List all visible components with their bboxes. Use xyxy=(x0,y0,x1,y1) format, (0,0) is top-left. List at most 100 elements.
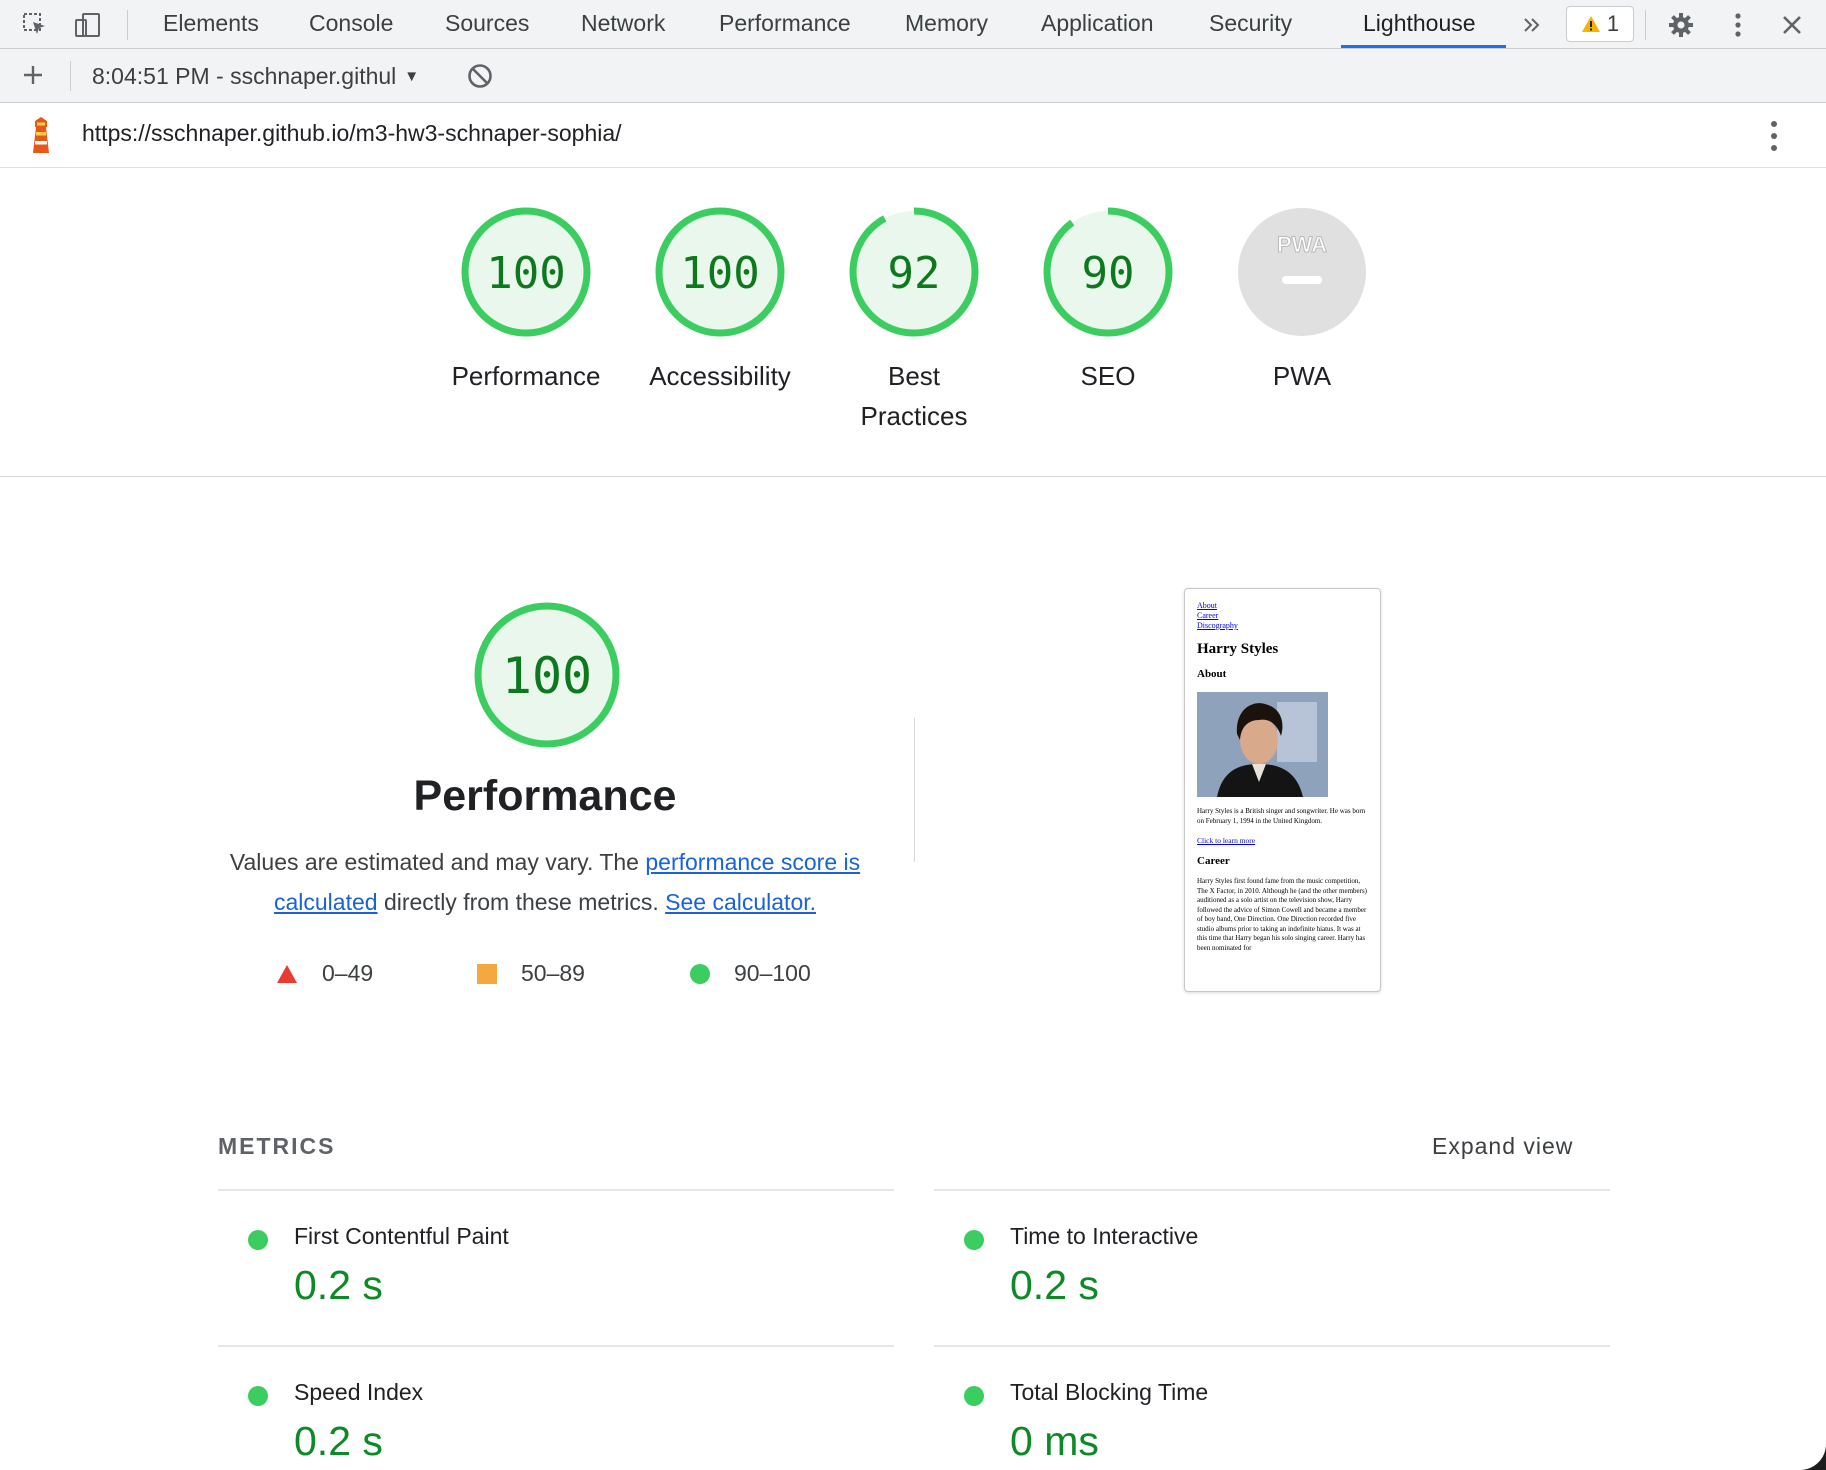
report-selector-label: 8:04:51 PM - sschnaper.githul xyxy=(92,63,397,89)
thumb-about-heading: About xyxy=(1197,668,1227,680)
close-icon[interactable] xyxy=(1775,8,1809,42)
warning-icon xyxy=(1581,16,1600,32)
report-url-bar: https://sschnaper.github.io/m3-hw3-schna… xyxy=(0,103,1826,168)
active-tab-indicator xyxy=(1341,45,1506,48)
thumb-learn-more-link: Click to learn more xyxy=(1197,836,1256,845)
lighthouse-icon xyxy=(26,117,56,160)
tab-application[interactable]: Application xyxy=(1041,0,1154,48)
pass-circle-icon xyxy=(690,963,710,984)
pass-circle-icon xyxy=(964,1386,984,1406)
warnings-counter[interactable]: 1 xyxy=(1566,6,1634,42)
inspect-element-icon[interactable] xyxy=(18,8,52,42)
tab-sources[interactable]: Sources xyxy=(445,0,529,48)
gauge-label: PWA xyxy=(1272,361,1332,391)
gear-icon[interactable] xyxy=(1664,8,1698,42)
performance-score: 100 xyxy=(502,647,592,705)
performance-gauge: 100 xyxy=(473,601,621,754)
pass-circle-icon xyxy=(248,1230,268,1250)
legend-range: 50–89 xyxy=(521,960,585,986)
tab-performance[interactable]: Performance xyxy=(719,0,851,48)
tab-console[interactable]: Console xyxy=(309,0,393,48)
section-divider xyxy=(914,718,915,862)
gauge-score: 100 xyxy=(486,248,565,299)
metric-total-blocking-time: Total Blocking Time 0 ms xyxy=(934,1356,1610,1470)
legend-pass: 90–100 xyxy=(690,960,811,987)
metric-first-contentful-paint: First Contentful Paint 0.2 s xyxy=(218,1200,894,1350)
thumb-career-text: Harry Styles first found fame from the m… xyxy=(1197,877,1368,952)
toolbar-divider xyxy=(1645,10,1646,40)
gauge-accessibility[interactable]: 100 Accessibility xyxy=(630,206,810,396)
final-screenshot-thumbnail[interactable]: About Career Discography Harry Styles Ab… xyxy=(1184,588,1381,992)
pwa-badge-text: PWA xyxy=(1277,232,1327,257)
legend-average: 50–89 xyxy=(477,960,585,987)
gauge-best-practices[interactable]: 92 Best Practices xyxy=(824,206,1004,436)
tab-security[interactable]: Security xyxy=(1209,0,1292,48)
metric-value: 0 ms xyxy=(1010,1418,1099,1464)
metric-label: First Contentful Paint xyxy=(294,1223,509,1249)
description-text: directly from these metrics. xyxy=(377,889,666,915)
thumb-portrait-photo xyxy=(1197,692,1328,797)
more-options-icon[interactable] xyxy=(1721,8,1755,42)
caret-down-icon: ▼ xyxy=(404,68,420,85)
score-gauges: 100 Performance 100 Accessibility 92 Bes… xyxy=(0,168,1826,477)
thumb-nav-about: About xyxy=(1197,601,1217,610)
report-menu-icon[interactable] xyxy=(1770,120,1778,157)
legend-range: 90–100 xyxy=(734,960,811,986)
thumb-heading: Harry Styles xyxy=(1197,641,1279,657)
lighthouse-toolbar: 8:04:51 PM - sschnaper.githul ▼ xyxy=(0,49,1826,103)
gauge-performance[interactable]: 100 Performance xyxy=(436,206,616,396)
gauge-score: 92 xyxy=(888,248,941,299)
toolbar-divider xyxy=(127,10,128,40)
window-corner xyxy=(1796,1440,1826,1470)
metric-label: Time to Interactive xyxy=(1010,1223,1199,1249)
metric-value: 0.2 s xyxy=(294,1418,383,1464)
fail-triangle-icon xyxy=(277,964,297,983)
double-chevron-right-icon[interactable] xyxy=(1515,8,1549,42)
tab-elements[interactable]: Elements xyxy=(163,0,259,48)
legend-range: 0–49 xyxy=(322,960,374,986)
gauge-pwa[interactable]: PWA PWA xyxy=(1212,206,1392,396)
metric-divider xyxy=(934,1345,1610,1347)
thumb-about-text: Harry Styles is a British singer and son… xyxy=(1197,807,1366,825)
metric-value: 0.2 s xyxy=(294,1262,383,1308)
gauge-label: Performance xyxy=(451,361,601,391)
description-text: Values are estimated and may vary. The xyxy=(229,849,646,875)
thumb-nav-career: Career xyxy=(1197,611,1219,620)
average-square-icon xyxy=(477,963,497,984)
warning-count: 1 xyxy=(1606,11,1620,36)
metric-divider xyxy=(218,1189,894,1191)
toolbar-divider xyxy=(70,61,71,91)
tab-network[interactable]: Network xyxy=(581,0,665,48)
thumb-career-heading: Career xyxy=(1197,855,1230,867)
gauge-seo[interactable]: 90 SEO xyxy=(1018,206,1198,396)
pass-circle-icon xyxy=(248,1386,268,1406)
performance-score-ring: 100 xyxy=(474,602,620,748)
score-ring: 100 xyxy=(461,207,591,337)
score-ring: 90 xyxy=(1043,207,1173,337)
score-ring: 92 xyxy=(849,207,979,337)
performance-description: Values are estimated and may vary. The p… xyxy=(210,842,880,922)
pass-circle-icon xyxy=(964,1230,984,1250)
metric-label: Speed Index xyxy=(294,1379,424,1405)
tab-memory[interactable]: Memory xyxy=(905,0,988,48)
report-selector[interactable]: 8:04:51 PM - sschnaper.githul ▼ xyxy=(92,59,419,93)
thumb-nav-discography: Discography xyxy=(1197,621,1238,630)
metric-time-to-interactive: Time to Interactive 0.2 s xyxy=(934,1200,1610,1350)
see-calculator-link[interactable]: See calculator. xyxy=(665,889,816,915)
gauge-label: Accessibility xyxy=(649,361,791,391)
metric-divider xyxy=(218,1345,894,1347)
plus-icon[interactable] xyxy=(16,58,50,92)
performance-heading: Performance xyxy=(413,772,677,820)
gauge-score: 90 xyxy=(1082,248,1135,299)
devtools-tab-bar: Elements Console Sources Network Perform… xyxy=(0,0,1826,49)
metric-value: 0.2 s xyxy=(1010,1262,1099,1308)
clear-icon[interactable] xyxy=(463,59,497,93)
expand-view-toggle[interactable]: Expand view xyxy=(1432,1133,1573,1160)
device-toolbar-icon[interactable] xyxy=(71,8,105,42)
gauge-label: SEO xyxy=(1080,361,1136,391)
tab-lighthouse[interactable]: Lighthouse xyxy=(1363,0,1476,48)
gauge-score: 100 xyxy=(680,248,759,299)
legend-fail: 0–49 xyxy=(276,960,373,987)
report-url[interactable]: https://sschnaper.github.io/m3-hw3-schna… xyxy=(82,120,622,147)
metric-label: Total Blocking Time xyxy=(1010,1379,1209,1405)
